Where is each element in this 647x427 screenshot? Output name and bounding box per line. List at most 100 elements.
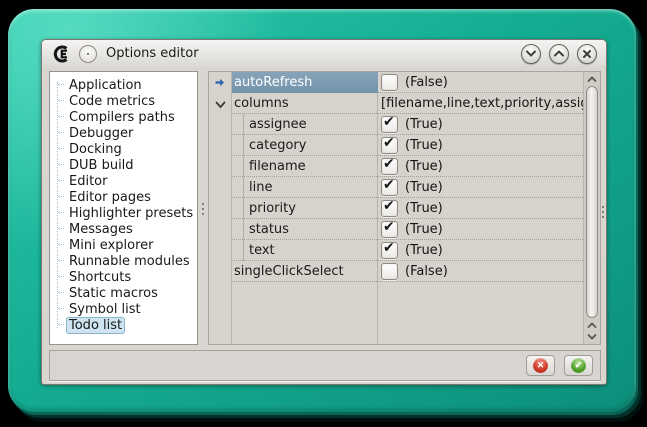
chevron-down-icon xyxy=(525,49,537,58)
splitter-grip-icon[interactable] xyxy=(202,203,204,216)
green-check-circle-icon xyxy=(571,358,586,373)
maximize-button[interactable] xyxy=(549,44,569,64)
sidebar-item[interactable]: Debugger xyxy=(50,124,197,140)
property-row-filename[interactable]: filename (True) xyxy=(209,156,583,177)
scroll-up-button-bottom[interactable] xyxy=(584,320,600,331)
property-name-cell[interactable]: status xyxy=(232,219,378,240)
property-name-cell[interactable]: assignee xyxy=(232,114,378,135)
value-checkbox[interactable] xyxy=(381,221,398,238)
property-value-cell[interactable]: (True) xyxy=(378,156,583,177)
ok-button[interactable] xyxy=(564,355,593,376)
property-name: filename xyxy=(249,159,306,174)
row-gutter xyxy=(209,219,232,240)
sidebar-item[interactable]: Symbol list xyxy=(50,300,197,316)
property-value: [filename,line,text,priority,assigne xyxy=(381,96,583,111)
property-row-autoRefresh[interactable]: autoRefresh (False) xyxy=(209,72,583,93)
property-row-category[interactable]: category (True) xyxy=(209,135,583,156)
sidebar-item-label: Todo list xyxy=(66,317,125,334)
property-value-cell[interactable]: (False) xyxy=(378,72,583,93)
property-value-cell[interactable]: (False) xyxy=(378,261,583,282)
sidebar-item[interactable]: Highlighter presets xyxy=(50,204,197,220)
property-value: (False) xyxy=(405,75,448,90)
value-checkbox[interactable] xyxy=(381,116,398,133)
property-value-cell[interactable]: (True) xyxy=(378,177,583,198)
window-resize-grip-icon[interactable] xyxy=(602,206,604,219)
options-tree[interactable]: Application Code metrics Compilers paths… xyxy=(50,76,197,344)
titlebar[interactable]: Options editor xyxy=(42,40,606,67)
cancel-button[interactable] xyxy=(526,355,555,376)
minimize-button[interactable] xyxy=(521,44,541,64)
property-value: (True) xyxy=(405,201,443,216)
property-name: line xyxy=(249,180,272,195)
property-row-priority[interactable]: priority (True) xyxy=(209,198,583,219)
property-name-cell[interactable]: category xyxy=(232,135,378,156)
property-value: (True) xyxy=(405,222,443,237)
sidebar-splitter[interactable] xyxy=(198,71,208,345)
property-name-cell[interactable]: singleClickSelect xyxy=(232,261,378,282)
sidebar-item-selected[interactable]: Todo list xyxy=(50,316,197,332)
property-row-columns[interactable]: columns [filename,line,text,priority,ass… xyxy=(209,93,583,114)
property-row-assignee[interactable]: assignee (True) xyxy=(209,114,583,135)
sidebar-item[interactable]: Compilers paths xyxy=(50,108,197,124)
value-checkbox[interactable] xyxy=(381,74,398,91)
chevron-down-icon xyxy=(587,333,597,340)
property-value: (True) xyxy=(405,138,443,153)
row-gutter xyxy=(209,261,232,282)
property-value-cell[interactable]: (True) xyxy=(378,198,583,219)
sidebar-item[interactable]: Shortcuts xyxy=(50,268,197,284)
property-name-cell[interactable]: autoRefresh xyxy=(232,72,378,93)
sidebar-item[interactable]: Mini explorer xyxy=(50,236,197,252)
chevron-up-icon xyxy=(587,76,597,83)
property-row-text[interactable]: text (True) xyxy=(209,240,583,261)
sidebar-item[interactable]: DUB build xyxy=(50,156,197,172)
property-name-cell[interactable]: line xyxy=(232,177,378,198)
property-value-cell[interactable]: (True) xyxy=(378,114,583,135)
chevron-up-icon xyxy=(553,49,565,58)
sidebar: Application Code metrics Compilers paths… xyxy=(49,71,198,345)
property-name-cell[interactable]: priority xyxy=(232,198,378,219)
value-checkbox[interactable] xyxy=(381,137,398,154)
sidebar-item[interactable]: Application xyxy=(50,76,197,92)
scrollbar-thumb[interactable] xyxy=(586,86,598,318)
property-name: singleClickSelect xyxy=(234,264,344,279)
property-value: (True) xyxy=(405,243,443,258)
sidebar-item[interactable]: Docking xyxy=(50,140,197,156)
sidebar-item[interactable]: Static macros xyxy=(50,284,197,300)
sidebar-item[interactable]: Editor xyxy=(50,172,197,188)
scroll-up-button[interactable] xyxy=(584,74,600,85)
property-value-cell[interactable]: (True) xyxy=(378,135,583,156)
sidebar-item[interactable]: Code metrics xyxy=(50,92,197,108)
property-value-cell[interactable]: [filename,line,text,priority,assigne xyxy=(378,93,583,114)
property-row-line[interactable]: line (True) xyxy=(209,177,583,198)
value-checkbox[interactable] xyxy=(381,158,398,175)
row-gutter xyxy=(209,72,232,93)
property-row-singleClickSelect[interactable]: singleClickSelect (False) xyxy=(209,261,583,282)
value-checkbox[interactable] xyxy=(381,263,398,280)
property-name-cell[interactable]: columns xyxy=(232,93,378,114)
property-value-cell[interactable]: (True) xyxy=(378,219,583,240)
value-checkbox[interactable] xyxy=(381,179,398,196)
property-name: autoRefresh xyxy=(234,75,312,90)
chevron-expanded-icon xyxy=(215,94,226,113)
property-value-cell[interactable]: (True) xyxy=(378,240,583,261)
property-value: (True) xyxy=(405,117,443,132)
property-value: (True) xyxy=(405,180,443,195)
property-row-status[interactable]: status (True) xyxy=(209,219,583,240)
property-name: assignee xyxy=(249,117,307,132)
grid-scrollbar[interactable] xyxy=(583,72,600,344)
dexed-logo-icon xyxy=(51,45,73,63)
value-checkbox[interactable] xyxy=(381,242,398,259)
property-name: status xyxy=(249,222,289,237)
sidebar-item[interactable]: Messages xyxy=(50,220,197,236)
property-name-cell[interactable]: text xyxy=(232,240,378,261)
sidebar-item[interactable]: Editor pages xyxy=(50,188,197,204)
property-rows: autoRefresh (False) columns [filename,li… xyxy=(209,72,583,282)
close-button[interactable] xyxy=(577,44,597,64)
value-checkbox[interactable] xyxy=(381,200,398,217)
scroll-down-button[interactable] xyxy=(584,331,600,342)
red-cross-circle-icon xyxy=(533,358,548,373)
property-name-cell[interactable]: filename xyxy=(232,156,378,177)
sidebar-item[interactable]: Runnable modules xyxy=(50,252,197,268)
property-name: priority xyxy=(249,201,296,216)
window-menu-button[interactable] xyxy=(79,45,97,63)
